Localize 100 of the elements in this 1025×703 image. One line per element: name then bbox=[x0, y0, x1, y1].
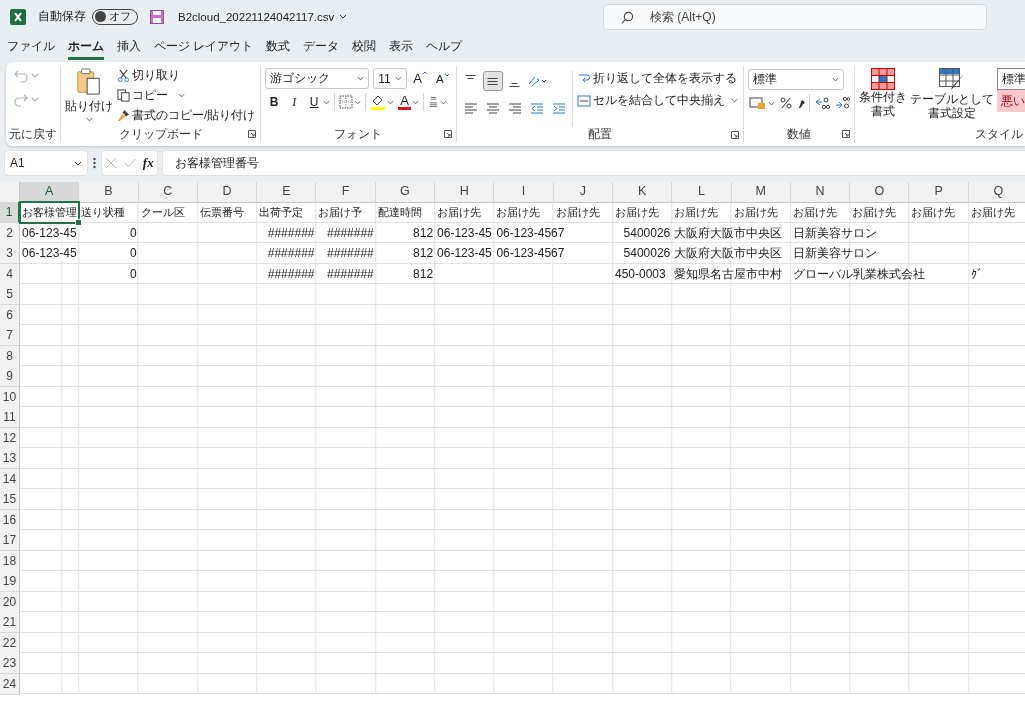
row-header[interactable]: 1 bbox=[0, 202, 20, 223]
accounting-format-icon[interactable] bbox=[748, 96, 767, 110]
row-header[interactable]: 18 bbox=[0, 550, 20, 572]
more-icon[interactable] bbox=[93, 157, 96, 169]
column-header[interactable]: F bbox=[316, 182, 376, 203]
menu-tab[interactable]: 数式 bbox=[266, 36, 291, 60]
font-size-dropdown[interactable]: 11 bbox=[373, 68, 408, 89]
conditional-formatting-button[interactable]: 条件付き 書式 bbox=[858, 66, 907, 126]
decrease-font-button[interactable]: A bbox=[433, 72, 452, 85]
paintbrush-icon bbox=[117, 109, 130, 122]
table-cell: お届け先 bbox=[733, 206, 778, 219]
insert-function-button[interactable]: fx bbox=[142, 155, 154, 171]
cancel-icon[interactable] bbox=[105, 157, 118, 169]
search-field[interactable]: 検索 (Alt+Q) bbox=[603, 3, 987, 30]
row-header[interactable]: 21 bbox=[0, 612, 20, 633]
column-header[interactable]: G bbox=[375, 182, 436, 203]
row-header[interactable]: 16 bbox=[0, 509, 20, 531]
bold-button[interactable]: B bbox=[266, 95, 283, 109]
group-label: 数値 bbox=[786, 126, 811, 142]
wrap-text-button[interactable]: 折り返して全体を表示する bbox=[575, 69, 738, 88]
row-header[interactable]: 17 bbox=[0, 530, 20, 551]
increase-font-button[interactable]: A bbox=[411, 71, 430, 86]
percent-icon[interactable] bbox=[778, 96, 793, 110]
column-header[interactable]: D bbox=[197, 182, 258, 203]
formula-field[interactable]: お客様管理番号 bbox=[163, 151, 1025, 175]
row-header[interactable]: 3 bbox=[0, 243, 20, 264]
cell-style-swatch[interactable]: 悪い bbox=[996, 90, 1025, 112]
row-header[interactable]: 11 bbox=[0, 407, 20, 428]
column-header[interactable]: N bbox=[790, 182, 851, 203]
orientation-icon[interactable] bbox=[526, 74, 547, 88]
row-header[interactable]: 19 bbox=[0, 571, 20, 592]
row-header[interactable]: 15 bbox=[0, 489, 20, 510]
row-header[interactable]: 12 bbox=[0, 427, 20, 449]
row-header[interactable]: 10 bbox=[0, 386, 20, 408]
column-header[interactable]: P bbox=[909, 182, 969, 203]
row-header[interactable]: 13 bbox=[0, 448, 20, 469]
row-header[interactable]: 9 bbox=[0, 366, 20, 387]
check-icon[interactable] bbox=[124, 157, 137, 169]
column-header[interactable]: L bbox=[672, 182, 732, 203]
row-header[interactable]: 5 bbox=[0, 284, 20, 305]
dialog-launcher-icon[interactable] bbox=[443, 130, 452, 138]
table-cell: 伝票番号 bbox=[199, 206, 244, 219]
italic-button[interactable]: I bbox=[286, 94, 303, 110]
name-box[interactable]: A1 bbox=[5, 151, 87, 175]
borders-icon[interactable] bbox=[339, 95, 354, 109]
copy-button[interactable]: コピー bbox=[116, 86, 186, 105]
dialog-launcher-icon[interactable] bbox=[730, 131, 739, 139]
row-header[interactable]: 8 bbox=[0, 345, 20, 367]
paste-button[interactable]: 貼り付け bbox=[65, 66, 113, 126]
column-header[interactable]: C bbox=[138, 182, 198, 203]
format-painter-button[interactable]: 書式のコピー/貼り付け bbox=[116, 106, 257, 125]
row-header[interactable]: 23 bbox=[0, 653, 20, 674]
column-header[interactable]: M bbox=[731, 182, 791, 203]
caret-icon[interactable] bbox=[339, 14, 348, 19]
format-as-table-button[interactable]: テーブルとして 書式設定 bbox=[909, 66, 994, 126]
column-header[interactable]: Q bbox=[968, 182, 1025, 203]
table-cell: お届け先 bbox=[674, 206, 719, 219]
dialog-launcher-icon[interactable] bbox=[248, 130, 257, 138]
menu-tab[interactable]: ファイル bbox=[7, 36, 55, 60]
column-header[interactable]: J bbox=[553, 182, 613, 203]
save-icon[interactable] bbox=[150, 9, 164, 24]
file-name[interactable]: B2cloud_20221124042117.csv bbox=[178, 10, 335, 23]
font-color-button[interactable]: A bbox=[398, 94, 411, 110]
column-header[interactable]: E bbox=[257, 182, 317, 203]
menu-tab[interactable]: 校閲 bbox=[352, 36, 377, 60]
group-label: フォント bbox=[334, 126, 383, 142]
row-header[interactable]: 2 bbox=[0, 222, 20, 244]
column-header[interactable]: O bbox=[850, 182, 910, 203]
menu-tab[interactable]: 表示 bbox=[389, 36, 414, 60]
menu-tab[interactable]: ヘルプ bbox=[426, 36, 463, 60]
decrease-decimal-icon[interactable] bbox=[833, 96, 850, 110]
vertical-align-button[interactable] bbox=[482, 71, 503, 91]
font-name-dropdown[interactable]: 游ゴシック bbox=[265, 68, 370, 89]
row-header[interactable]: 6 bbox=[0, 304, 20, 326]
number-format-dropdown[interactable]: 標準 bbox=[747, 69, 844, 90]
column-header[interactable]: A bbox=[20, 182, 80, 203]
menu-tab[interactable]: 挿入 bbox=[117, 36, 141, 60]
merge-center-button[interactable]: セルを結合して中央揃え bbox=[575, 91, 739, 110]
underline-button[interactable]: U bbox=[306, 95, 323, 109]
column-header[interactable]: B bbox=[79, 182, 139, 203]
fill-color-icon[interactable] bbox=[370, 94, 387, 110]
row-header[interactable]: 7 bbox=[0, 325, 20, 346]
table-cell: 812 bbox=[413, 267, 434, 281]
cut-button[interactable]: 切り取り bbox=[116, 66, 181, 85]
menu-tab[interactable]: ページ レイアウト bbox=[154, 36, 254, 60]
column-header[interactable]: I bbox=[494, 182, 554, 203]
column-header[interactable]: K bbox=[612, 182, 673, 203]
table-cell: お届け予 bbox=[318, 206, 363, 219]
increase-decimal-icon[interactable] bbox=[813, 96, 830, 110]
row-header[interactable]: 24 bbox=[0, 673, 20, 695]
row-header[interactable]: 4 bbox=[0, 263, 20, 285]
row-header[interactable]: 20 bbox=[0, 591, 20, 613]
caret-icon bbox=[395, 76, 403, 81]
dialog-launcher-icon[interactable] bbox=[841, 130, 850, 138]
cell-style-swatch[interactable]: 標準 bbox=[996, 68, 1025, 90]
column-header[interactable]: H bbox=[435, 182, 495, 203]
row-header[interactable]: 14 bbox=[0, 468, 20, 490]
menu-tab[interactable]: データ bbox=[303, 36, 340, 60]
row-header[interactable]: 22 bbox=[0, 632, 20, 654]
table-cell: 0 bbox=[129, 226, 137, 240]
